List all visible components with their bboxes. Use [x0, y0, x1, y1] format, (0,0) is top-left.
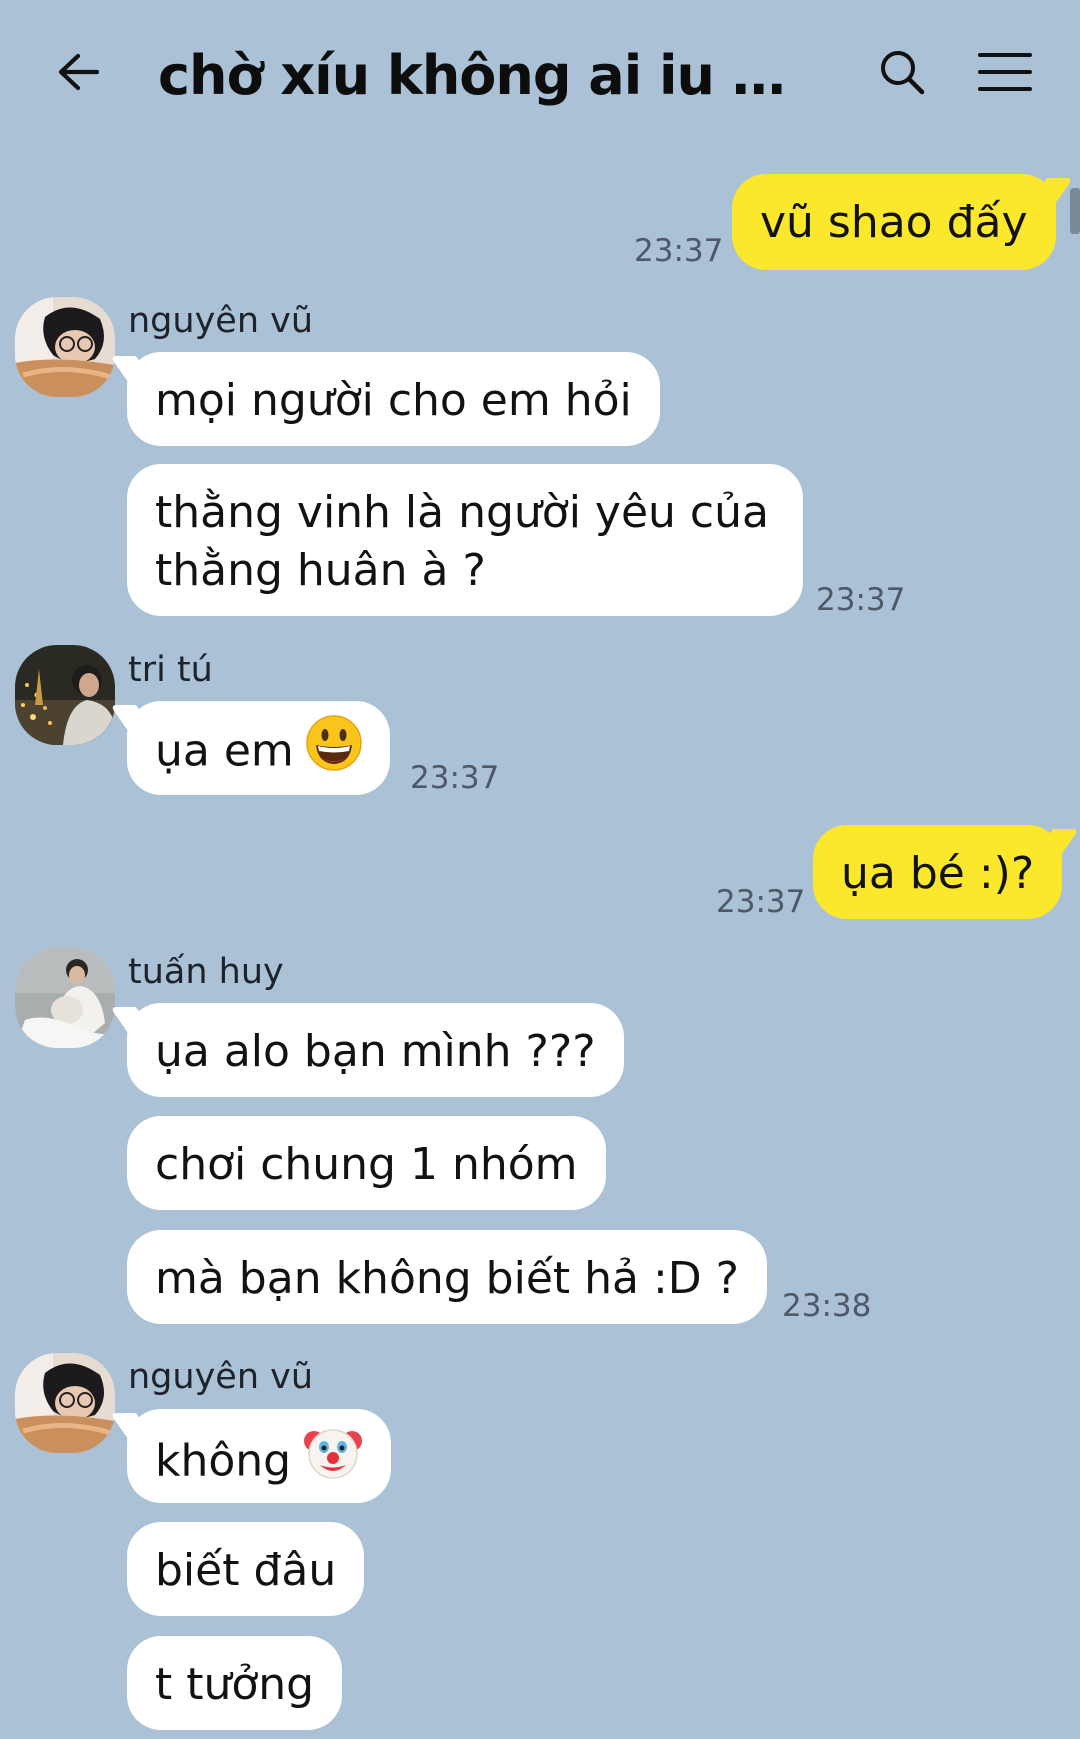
message-text: mọi người cho em hỏi	[155, 375, 632, 426]
incoming-message[interactable]: không	[127, 1409, 392, 1503]
incoming-message[interactable]: mọi người cho em hỏi	[127, 352, 660, 446]
scrollbar-thumb[interactable]	[1070, 188, 1080, 234]
menu-button[interactable]	[970, 40, 1040, 108]
sender-name: nguyên vũ	[128, 301, 314, 341]
message-text: biết đâu	[155, 1545, 337, 1596]
incoming-message[interactable]: ụa em	[127, 701, 390, 795]
message-text: thằng vinh là người yêu của thằng huân à…	[155, 487, 769, 596]
search-icon	[878, 48, 926, 100]
back-arrow-icon	[56, 52, 100, 96]
menu-icon	[978, 52, 1032, 96]
avatar-tri-tu[interactable]	[15, 645, 115, 745]
incoming-message[interactable]: biết đâu	[127, 1522, 365, 1616]
back-button[interactable]	[44, 40, 112, 108]
message-time: 23:37	[816, 582, 906, 618]
message-text: mà bạn không biết hả :D ?	[155, 1253, 740, 1304]
avatar-tuan-huy[interactable]	[15, 948, 115, 1048]
avatar-nguyen-vu[interactable]	[15, 297, 115, 397]
message-text: không	[155, 1435, 292, 1487]
incoming-message[interactable]: thằng vinh là người yêu của thằng huân à…	[127, 464, 803, 616]
message-text: vũ shao đấy	[760, 197, 1028, 248]
message-time: 23:37	[410, 760, 500, 796]
message-time: 23:37	[716, 884, 806, 920]
outgoing-message[interactable]: ụa bé :)?	[813, 825, 1063, 919]
message-text: ụa em	[155, 725, 294, 777]
message-text: ụa alo bạn mình ???	[155, 1026, 596, 1077]
incoming-message[interactable]: chơi chung 1 nhóm	[127, 1116, 606, 1210]
chat-header: chờ xíu không ai iu em...	[0, 0, 1080, 150]
message-text: chơi chung 1 nhóm	[155, 1139, 578, 1190]
search-button[interactable]	[868, 40, 936, 108]
incoming-message[interactable]: mà bạn không biết hả :D ?	[127, 1230, 768, 1324]
incoming-message[interactable]: t tưởng	[127, 1636, 343, 1730]
grinning-face-icon	[306, 715, 362, 786]
avatar-nguyen-vu[interactable]	[15, 1353, 115, 1453]
chat-title: chờ xíu không ai iu em...	[158, 44, 818, 107]
sender-name: tuấn huy	[128, 952, 284, 992]
message-text: t tưởng	[155, 1659, 315, 1710]
sender-name: tri tú	[128, 650, 213, 690]
message-text: ụa bé :)?	[841, 848, 1035, 899]
chat-screen: chờ xíu không ai iu em... 23:37 vũ shao …	[0, 0, 1080, 1739]
message-time: 23:37	[634, 233, 724, 269]
incoming-message[interactable]: ụa alo bạn mình ???	[127, 1003, 624, 1097]
clown-face-icon	[303, 1423, 363, 1498]
sender-name: nguyên vũ	[128, 1357, 314, 1397]
message-time: 23:38	[782, 1288, 872, 1324]
outgoing-message[interactable]: vũ shao đấy	[732, 174, 1056, 270]
